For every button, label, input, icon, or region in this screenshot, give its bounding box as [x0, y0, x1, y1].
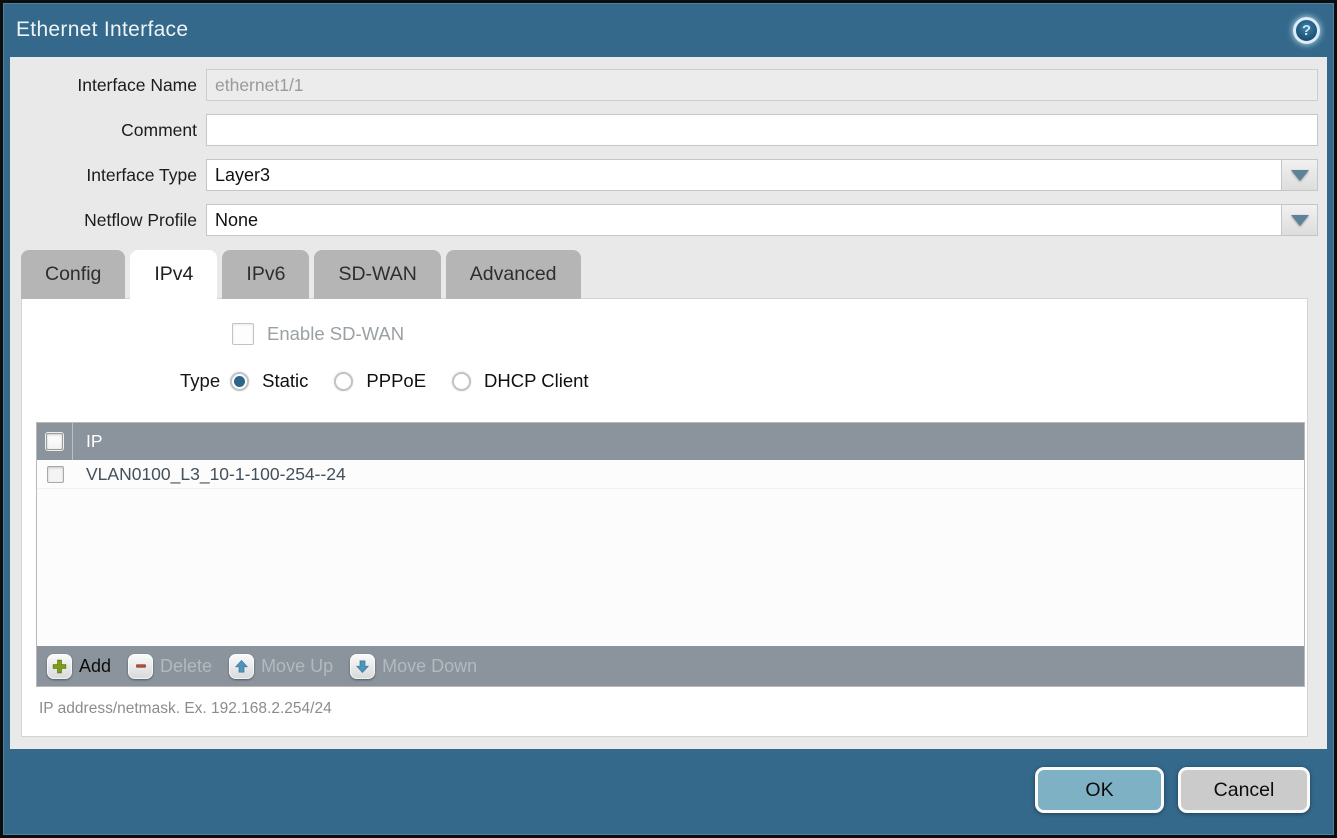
netflow-profile-dropdown[interactable]: None: [206, 204, 1318, 236]
ip-cell: VLAN0100_L3_10-1-100-254--24: [73, 464, 346, 485]
ipv4-tab-panel: Enable SD-WAN Type Static PPPoE DHCP Cli…: [21, 298, 1308, 737]
cancel-button[interactable]: Cancel: [1178, 767, 1310, 813]
chevron-down-icon: [1291, 170, 1309, 181]
tab-sdwan[interactable]: SD-WAN: [314, 250, 440, 299]
table-row[interactable]: VLAN0100_L3_10-1-100-254--24: [37, 460, 1304, 489]
interface-name-field: [206, 69, 1318, 101]
enable-sdwan-row: Enable SD-WAN: [232, 323, 404, 345]
move-down-button-label: Move Down: [382, 656, 477, 677]
comment-row: Comment: [16, 114, 1318, 146]
delete-button: Delete: [128, 654, 212, 679]
ip-table-header: IP: [37, 423, 1304, 460]
tabstrip: Config IPv4 IPv6 SD-WAN Advanced: [21, 250, 1318, 299]
add-icon: [47, 654, 72, 679]
table-toolbar: Add Delete Move Up: [37, 646, 1304, 686]
enable-sdwan-checkbox: [232, 323, 254, 345]
netflow-profile-dropdown-button[interactable]: [1281, 205, 1317, 235]
radio-icon[interactable]: [334, 372, 353, 391]
radio-pppoe-label: PPPoE: [366, 370, 426, 392]
delete-icon: [128, 654, 153, 679]
tab-config[interactable]: Config: [21, 250, 125, 299]
move-up-button-label: Move Up: [261, 656, 333, 677]
move-down-button: Move Down: [350, 654, 477, 679]
interface-name-row: Interface Name: [16, 69, 1318, 101]
radio-icon[interactable]: [230, 372, 249, 391]
ip-format-hint: IP address/netmask. Ex. 192.168.2.254/24: [39, 700, 332, 718]
move-up-button: Move Up: [229, 654, 333, 679]
interface-type-row: Interface Type Layer3: [16, 159, 1318, 191]
titlebar: Ethernet Interface ?: [3, 3, 1334, 57]
ip-table: IP VLAN0100_L3_10-1-100-254--24 Add: [36, 422, 1305, 687]
netflow-profile-label: Netflow Profile: [16, 210, 206, 231]
radio-dhcp-client-label: DHCP Client: [484, 370, 589, 392]
ip-column-header: IP: [73, 431, 103, 452]
tab-ipv4[interactable]: IPv4: [130, 250, 217, 299]
radio-dhcp-client[interactable]: DHCP Client: [452, 370, 589, 392]
netflow-profile-value: None: [207, 205, 1281, 235]
ethernet-interface-dialog: Ethernet Interface ? Interface Name Comm…: [0, 0, 1337, 838]
tab-advanced[interactable]: Advanced: [446, 250, 581, 299]
footer-actions: OK Cancel: [1035, 767, 1310, 813]
radio-icon[interactable]: [452, 372, 471, 391]
interface-type-dropdown-button[interactable]: [1281, 160, 1317, 190]
comment-field[interactable]: [206, 114, 1318, 146]
delete-button-label: Delete: [160, 656, 212, 677]
interface-type-label: Interface Type: [16, 165, 206, 186]
type-label: Type: [180, 370, 220, 392]
netflow-profile-row: Netflow Profile None: [16, 204, 1318, 236]
interface-type-value: Layer3: [207, 160, 1281, 190]
dialog-body: Interface Name Comment Interface Type La…: [10, 57, 1327, 749]
add-button[interactable]: Add: [47, 654, 111, 679]
move-up-icon: [229, 654, 254, 679]
add-button-label: Add: [79, 656, 111, 677]
interface-name-label: Interface Name: [16, 75, 206, 96]
interface-type-dropdown[interactable]: Layer3: [206, 159, 1318, 191]
radio-static-label: Static: [262, 370, 308, 392]
table-empty-area: [37, 489, 1304, 646]
dialog-title: Ethernet Interface: [16, 18, 188, 42]
radio-pppoe[interactable]: PPPoE: [334, 370, 426, 392]
type-radio-group: Type Static PPPoE DHCP Client: [180, 370, 615, 392]
radio-static[interactable]: Static: [230, 370, 308, 392]
row-checkbox[interactable]: [47, 466, 64, 483]
select-all-checkbox[interactable]: [46, 433, 63, 450]
move-down-icon: [350, 654, 375, 679]
ok-button[interactable]: OK: [1035, 767, 1164, 813]
tab-ipv6[interactable]: IPv6: [222, 250, 309, 299]
chevron-down-icon: [1291, 215, 1309, 226]
comment-label: Comment: [16, 120, 206, 141]
help-icon[interactable]: ?: [1293, 17, 1320, 44]
enable-sdwan-label: Enable SD-WAN: [267, 323, 404, 345]
